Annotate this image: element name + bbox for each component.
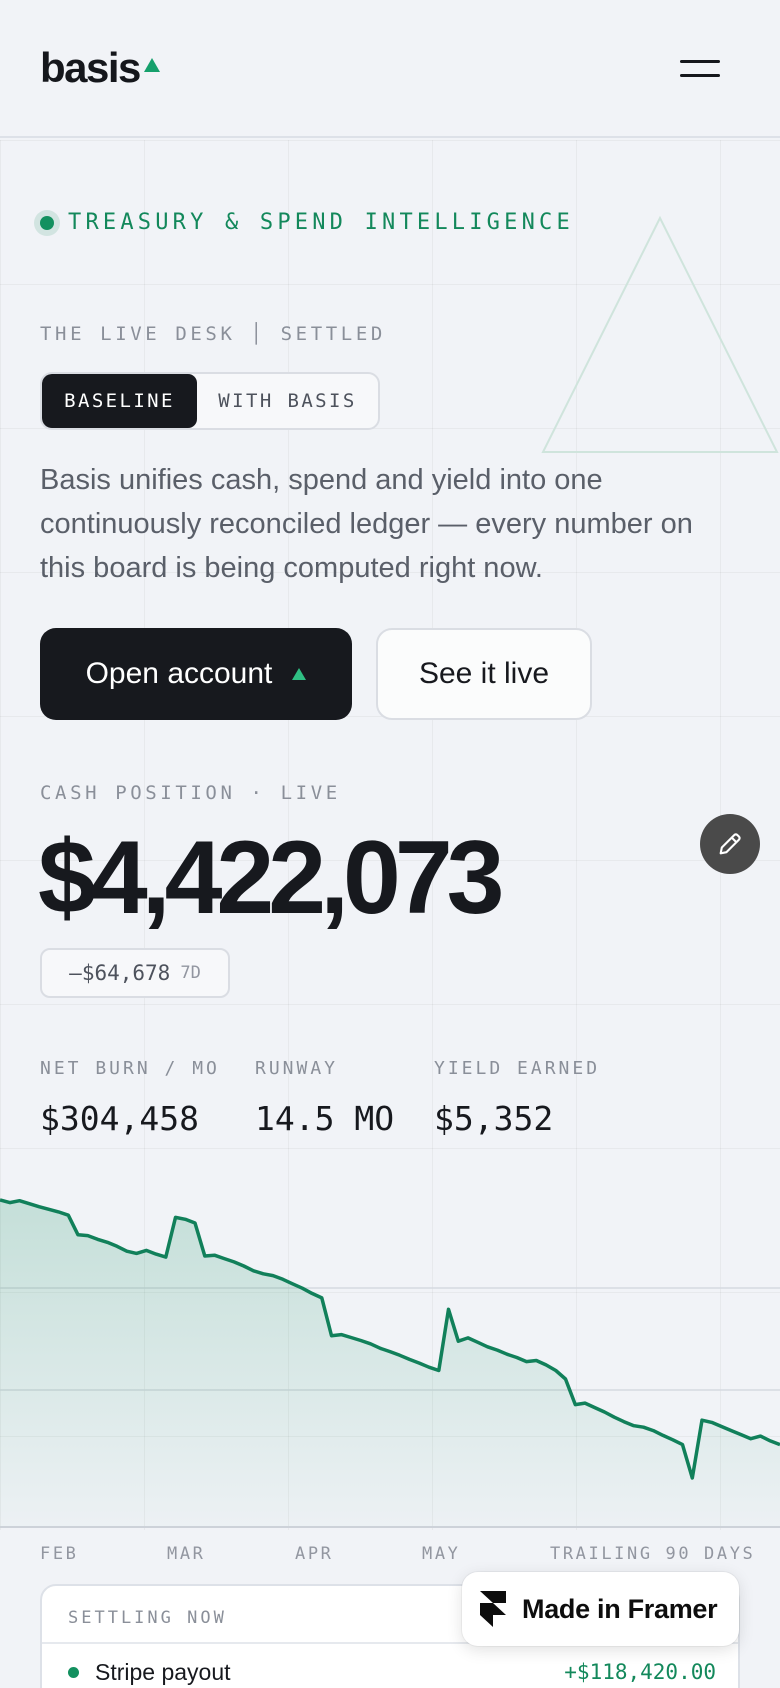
chart-x-axis: FEB MAR APR MAY TRAILING 90 DAYS	[0, 1530, 780, 1574]
settling-title: SETTLING NOW	[68, 1608, 227, 1628]
see-it-live-label: See it live	[418, 657, 550, 690]
stat-runway: RUNWAY 14.5 MO	[255, 1058, 394, 1138]
menu-line	[680, 60, 720, 63]
stat-net-burn: NET BURN / MO $304,458	[40, 1058, 220, 1138]
toggle-baseline[interactable]: BASELINE	[42, 374, 197, 428]
stat-label: RUNWAY	[255, 1058, 339, 1079]
baseline-toggle: BASELINE WITH BASIS	[40, 372, 380, 430]
pencil-icon	[719, 833, 741, 855]
stat-label: YIELD EARNED	[434, 1058, 601, 1079]
settle-amount: +$118,420.00	[564, 1660, 716, 1684]
stat-value: $304,458	[40, 1099, 199, 1138]
triangle-icon	[292, 668, 307, 680]
see-it-live-button[interactable]: See it live	[376, 628, 592, 720]
open-account-button[interactable]: Open account	[40, 628, 352, 720]
x-tick-label: MAY	[422, 1544, 461, 1564]
toggle-with-basis[interactable]: WITH BASIS	[197, 374, 378, 428]
framer-logo-icon	[480, 1591, 506, 1627]
stat-label: NET BURN / MO	[40, 1058, 220, 1079]
stat-value: $5,352	[434, 1099, 554, 1138]
eyebrow: TREASURY & SPEND INTELLIGENCE	[36, 210, 574, 235]
hamburger-menu-icon[interactable]	[676, 56, 724, 82]
x-tick-label: APR	[295, 1544, 334, 1564]
x-range-label: TRAILING 90 DAYS	[550, 1544, 756, 1564]
cash-position-value: $4,422,073	[38, 820, 505, 936]
desk-label: THE LIVE DESK │ SETTLED	[40, 323, 386, 345]
hero-lead: Basis unifies cash, spend and yield into…	[40, 464, 693, 584]
live-status-dot-icon	[40, 215, 54, 230]
status-dot-icon	[68, 1666, 79, 1678]
stat-value: 14.5 MO	[255, 1099, 395, 1138]
logo[interactable]: basis	[40, 44, 160, 92]
made-in-framer-badge[interactable]: Made in Framer	[462, 1572, 739, 1646]
x-tick-label: MAR	[167, 1544, 206, 1564]
open-account-label: Open account	[85, 657, 273, 690]
eyebrow-text: TREASURY & SPEND INTELLIGENCE	[68, 210, 574, 235]
cash-delta-chip: –$64,678 7D	[40, 948, 230, 998]
cash-area-chart	[0, 1198, 780, 1528]
settle-name: Stripe payout	[95, 1658, 231, 1685]
cash-position-label: CASH POSITION · LIVE	[40, 782, 341, 804]
delta-value: –$64,678	[69, 961, 171, 985]
chart-area-fill	[0, 1200, 780, 1528]
edit-pencil-icon[interactable]	[700, 814, 760, 874]
logo-triangle-icon	[143, 58, 160, 72]
site-header: basis	[0, 0, 780, 138]
badge-text: Made in Framer	[522, 1593, 718, 1624]
x-tick-label: FEB	[40, 1544, 79, 1564]
menu-line	[680, 74, 720, 77]
logo-text: basis	[40, 44, 141, 91]
list-item[interactable]: Stripe payout +$118,420.00	[68, 1652, 716, 1688]
decorative-triangle-icon	[541, 215, 779, 453]
delta-period: 7D	[180, 963, 201, 983]
stat-yield: YIELD EARNED $5,352	[434, 1058, 600, 1138]
